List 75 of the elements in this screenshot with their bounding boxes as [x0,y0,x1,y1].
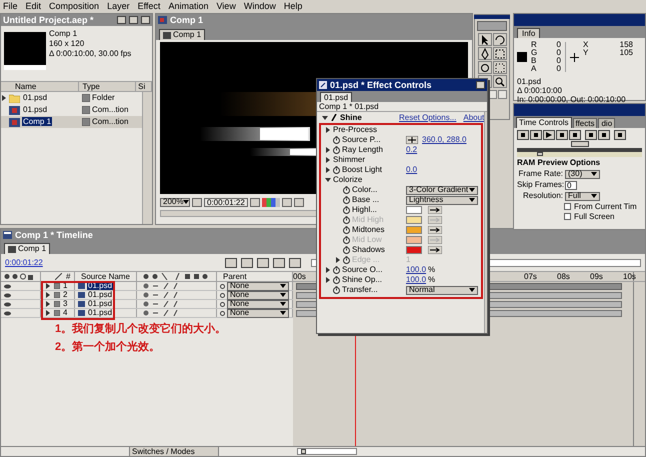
dropdown-value: Normal [409,286,435,294]
field-label: Skip Frames: [517,180,563,190]
parameter-label: Pre-Process [333,125,378,135]
ruler-label: 08s [557,272,570,282]
item-type: Com...tion [92,105,128,115]
item-name: 01.psd [22,105,48,114]
annotation-text: 2。第一个加个光效。 [55,341,162,353]
channel-label: B [531,57,538,65]
parameter-label: Shimmer [333,155,366,165]
coordinate-value: 105 [618,49,633,57]
dropdown-value: None [230,309,250,317]
dropdown-value: None [230,282,250,290]
layer-number: 3 [63,300,68,308]
layer-number: 2 [63,291,68,299]
checkbox-label: Full Screen [574,212,614,222]
panel-subtitle: Comp 1 * 01.psd [317,102,487,112]
item-info: 160 x 120 [49,39,86,49]
item-name: 01.psd [22,93,48,102]
info-line: 01.psd [517,77,542,86]
dropdown-value: 3-Color Gradient [409,186,468,194]
info-line: In: 0:00:00:00, Out: 0:00:10:00 [517,95,627,104]
dropdown-value: None [230,291,250,299]
parameter-label: Midtones [352,225,386,235]
parameter-label: Mid High [352,215,385,225]
channel-label: G [531,49,538,57]
ruler-label: 09s [590,272,603,282]
window-title: Untitled Project.aep * [3,15,94,25]
item-type: Com...tion [92,117,128,127]
channel-value: 0 [556,49,561,57]
dropdown-value: (30) [568,170,582,178]
ruler-label: 10s [623,272,636,282]
parameter-label: Highl... [352,205,378,215]
item-info: Δ 0:00:10:00, 30.00 fps [49,49,132,59]
parameter-label: Ray Length [342,145,384,155]
channel-value: 0 [556,57,561,65]
item-name: Comp 1 [22,117,52,126]
annotation-text: 1。我们复制几个改变它们的大小。 [55,323,228,335]
unit-label: % [428,275,436,285]
item-info: Comp 1 [49,29,78,39]
parameter-label: Shine Op... [342,275,384,285]
parameter-label: Edge ... [352,255,381,265]
coordinate-value: 158 [618,41,633,49]
channel-label: A [531,65,538,73]
dropdown-value: None [230,300,250,308]
parameter-label: Mid Low [352,235,383,245]
effect-name: Shine [340,112,363,122]
parameter-label: Color... [352,185,378,195]
parameter-label: Source P... [342,135,382,145]
window-title: Comp 1 [170,15,204,25]
parameter-label: Colorize [333,175,362,185]
coordinate-label: X [583,41,590,49]
info-line: Δ 0:00:10:00 [517,86,563,95]
parameter-label: Boost Light [342,165,384,175]
coordinate-label: Y [583,49,590,57]
dropdown-value: Lightness [409,196,444,204]
dropdown-value: 200% [163,198,184,206]
ruler-label: 07s [524,272,537,282]
parameter-label: Base ... [352,195,380,205]
channel-value: 0 [556,65,561,73]
ruler-label: 00s [293,272,306,282]
window-title: Comp 1 * Timeline [15,230,93,240]
channel-value: 0 [556,41,561,49]
parameter-label: Shadows [352,245,386,255]
unit-label: % [428,265,436,275]
parameter-label: Transfer... [342,285,379,295]
field-label: Resolution: [522,191,563,201]
layer-number: 4 [63,309,68,317]
parameter-label: Source O... [342,265,384,275]
checkbox-label: From Current Tim [574,202,637,212]
window-title: 01.psd * Effect Controls [330,80,432,90]
dropdown-value: Full [568,192,581,200]
item-type: Folder [92,93,115,103]
section-heading: RAM Preview Options [516,157,602,168]
field-label: Frame Rate: [518,169,563,179]
channel-label: R [531,41,538,49]
